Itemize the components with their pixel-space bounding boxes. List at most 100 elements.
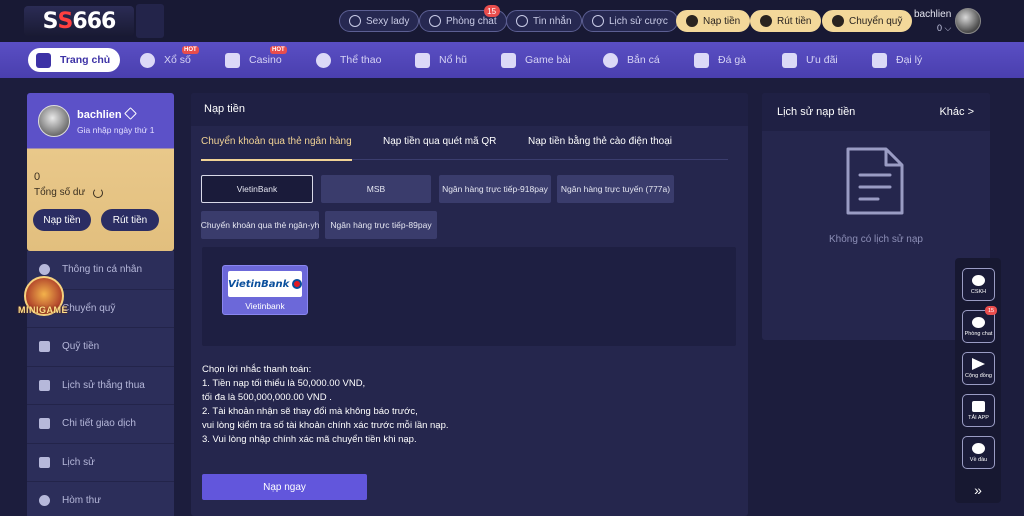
lottery-icon [140,52,155,68]
nav-cockfight[interactable]: Đá gà [694,48,746,72]
deposit-tabs: Chuyển khoản qua thẻ ngân hàng Nạp tiền … [201,136,728,161]
support-icon [972,274,985,286]
cockfight-icon [694,52,709,68]
side-item-history[interactable]: Lịch sử [27,443,174,482]
nav-agent[interactable]: Đại lý [872,48,922,72]
deposit-panel: Nạp tiền Chuyển khoản qua thẻ ngân hàng … [191,93,748,516]
transfer-icon [832,15,844,27]
fish-icon [603,52,618,68]
edit-icon[interactable] [123,107,137,120]
empty-history-text: Không có lịch sử nạp [829,234,923,245]
chat-room-button[interactable]: Phòng chat 15 [419,5,507,32]
total-balance-value: 0 [34,171,41,183]
nav-promotions[interactable]: Ưu đãi [782,48,838,72]
expand-chevron-icon[interactable]: » [955,482,1001,498]
bank-name: Vietinbank [245,301,285,311]
bank-option-918pay[interactable]: Ngân hàng trực tiếp-918pay [439,175,551,203]
bank-option-msb[interactable]: MSB [321,175,431,203]
casino-icon [225,52,240,68]
chat-icon [972,316,985,328]
withdraw-button[interactable]: Rút tiền [101,209,159,231]
nav-card-games[interactable]: Game bài [501,48,571,72]
play-icon [349,15,361,27]
side-item-transactions[interactable]: Chi tiết giao dịch [27,405,174,444]
profile-avatar [38,105,70,137]
history-more-link[interactable]: Khác > [939,106,974,118]
deposit-top-button[interactable]: Nạp tiền [676,10,751,32]
refresh-icon[interactable] [93,187,104,198]
deposit-button[interactable]: Nạp tiền [33,209,91,231]
nav-slots[interactable]: Nổ hũ [415,48,467,72]
tab-phone-card[interactable]: Nạp tiền bằng thẻ cào điện thoại [528,136,672,147]
history-title: Lịch sử nạp tiền [777,106,856,118]
document-icon [846,147,904,215]
minigame-button[interactable]: MINIGAME [18,276,72,322]
profile-card: bachlien Gia nhập ngày thứ 1 0 Tổng số d… [27,93,174,251]
bet-history-button[interactable]: Lịch sử cược [582,10,678,32]
messages-button[interactable]: Tin nhắn [506,10,582,32]
nav-sports[interactable]: Thể thao [316,48,381,72]
chat-icon [429,15,441,27]
agent-icon [872,52,887,68]
community-button[interactable]: Cộng đồng [962,352,995,385]
bank-option-yh[interactable]: Chuyển khoản qua thẻ ngân-yh [201,211,319,239]
history-icon [39,456,50,468]
page-title: Nạp tiền [191,93,748,126]
bank-option-777a[interactable]: Ngân hàng trực tuyến (777a) [557,175,674,203]
side-item-mailbox[interactable]: Hòm thư [27,482,174,516]
profile-name[interactable]: bachlien [77,107,137,121]
mail-icon [516,15,528,27]
slot-icon [415,52,430,68]
chat-float-badge: 15 [985,306,997,315]
hot-badge: HOT [182,46,199,54]
hot-badge: HOT [270,46,287,54]
username: bachlien [914,9,952,20]
chat-float-button[interactable]: Phòng chat 15 [962,306,997,343]
nav-lottery[interactable]: Xổ số HOT [140,46,199,72]
vietinbank-logo: VietinBank [228,271,302,297]
sports-icon [316,52,331,68]
side-item-win-loss[interactable]: Lịch sử thắng thua [27,366,174,405]
back-to-top-button[interactable]: Về đầu [962,436,995,469]
home-icon [36,52,51,68]
chat-badge: 15 [483,5,500,17]
vietinbank-card[interactable]: VietinBank Vietinbank [222,265,308,315]
history-icon [592,15,604,27]
deposit-now-button[interactable]: Nạp ngay [202,474,367,500]
app-icon [972,400,985,412]
main-nav: Trang chủ Xổ số HOT Casino HOT Thể thao … [0,42,1024,78]
join-days: Gia nhập ngày thứ 1 [77,125,155,135]
user-menu[interactable]: bachlien 0 ⌵ [914,9,951,34]
tab-qr[interactable]: Nạp tiền qua quét mã QR [383,136,496,147]
sexy-lady-button[interactable]: Sexy lady [339,10,420,32]
payment-notes: Chọn lời nhắc thanh toán: 1. Tiền nạp tố… [202,364,449,445]
bank-option-vietinbank[interactable]: VietinBank [201,175,313,203]
top-icon [972,442,985,454]
withdraw-top-button[interactable]: Rút tiền [750,10,822,32]
top-bar: S S 666 Sexy lady Phòng chat 15 Tin nhắn L… [0,0,1024,42]
nav-home[interactable]: Trang chủ [28,48,121,72]
top-balance: 0 ⌵ [936,23,952,33]
send-icon [972,358,985,370]
record-icon [39,379,50,391]
cards-icon [501,52,516,68]
nav-fishing[interactable]: Bắn cá [603,48,660,72]
support-button[interactable]: CSKH [962,268,995,301]
tab-bank-transfer[interactable]: Chuyển khoản qua thẻ ngân hàng [201,136,352,161]
site-logo[interactable]: S S 666 [24,4,164,38]
nav-casino[interactable]: Casino HOT [225,46,287,72]
mailbox-icon [39,495,50,507]
transaction-icon [39,418,50,430]
deposit-icon [686,15,698,27]
promo-icon [782,52,797,68]
download-app-button[interactable]: TẢI APP [962,394,995,427]
transfer-top-button[interactable]: Chuyển quỹ [822,10,913,32]
bank-option-89pay[interactable]: Ngân hàng trực tiếp-89pay [325,211,437,239]
side-item-wallet[interactable]: Quỹ tiền [27,328,174,367]
user-icon [39,264,50,276]
total-balance-label: Tổng số dư [34,187,104,198]
avatar[interactable] [955,8,981,34]
withdraw-icon [760,15,772,27]
floating-toolbar: CSKH Phòng chat 15 Cộng đồng TẢI APP Về … [955,258,1001,503]
bank-account-area: VietinBank Vietinbank [202,247,736,346]
